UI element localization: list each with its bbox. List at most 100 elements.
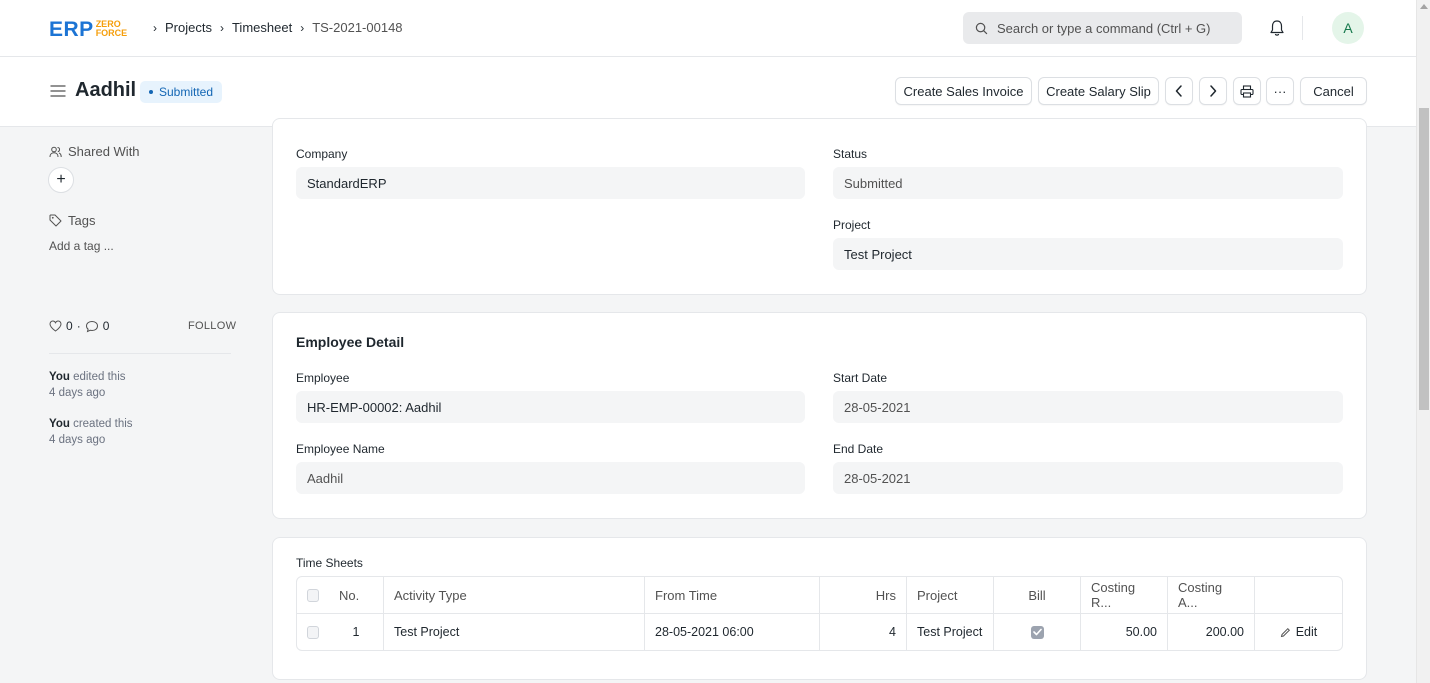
employee-name-field: Aadhil <box>296 462 805 494</box>
sidebar-toggle-icon[interactable] <box>50 85 66 100</box>
page-head: Aadhil Submitted Create Sales Invoice Cr… <box>0 57 1416 127</box>
add-share-button[interactable]: + <box>48 167 74 193</box>
edit-label: Edit <box>1295 625 1318 639</box>
activity-time: 4 days ago <box>49 434 106 446</box>
previous-doc-button[interactable] <box>1165 77 1193 105</box>
start-date-field[interactable]: 28-05-2021 <box>833 391 1343 423</box>
cell-from-time[interactable]: 28-05-2021 06:00 <box>645 614 820 650</box>
page-title: Aadhil <box>75 79 137 101</box>
col-hrs: Hrs <box>820 577 907 613</box>
breadcrumb-timesheet[interactable]: Timesheet <box>232 20 292 35</box>
employee-field[interactable]: HR-EMP-00002: Aadhil <box>296 391 805 423</box>
table-row[interactable]: 1 Test Project 28-05-2021 06:00 4 Test P… <box>297 614 1342 650</box>
status-badge: Submitted <box>140 81 223 103</box>
status-dot <box>149 90 153 94</box>
search-icon <box>975 22 988 34</box>
edit-pencil-icon <box>1280 627 1290 637</box>
bill-checkbox-checked[interactable] <box>1030 625 1044 639</box>
col-project: Project <box>907 577 994 613</box>
col-from-time: From Time <box>645 577 820 613</box>
activity-time: 4 days ago <box>49 387 106 399</box>
col-no: No. <box>329 577 384 613</box>
company-field[interactable]: StandardERP <box>296 167 805 199</box>
company-label: Company <box>296 147 348 161</box>
select-all-checkbox[interactable] <box>307 588 319 602</box>
separator-dot: · <box>76 319 81 333</box>
plus-icon: + <box>56 171 66 188</box>
end-date-label: End Date <box>833 442 884 456</box>
scroll-up-arrow-icon[interactable] <box>1420 4 1428 9</box>
breadcrumb-current: TS-2021-00148 <box>312 20 403 35</box>
start-date-label: Start Date <box>833 371 888 385</box>
search-placeholder: Search or type a command (Ctrl + G) <box>997 20 1211 36</box>
cell-hrs[interactable]: 4 <box>820 614 907 650</box>
chevron-right-icon <box>1210 85 1217 97</box>
activity-action: created this <box>69 418 133 430</box>
table-header-row: No. Activity Type From Time Hrs Project … <box>297 577 1342 614</box>
activity-user: You <box>49 418 70 430</box>
select-all-checkbox-cell[interactable] <box>297 577 329 613</box>
app-logo[interactable]: ERP ZERO FORCE <box>49 17 127 41</box>
status-label: Status <box>833 147 868 161</box>
notification-bell-icon[interactable] <box>1269 19 1285 40</box>
scroll-thumb[interactable] <box>1419 108 1429 410</box>
check-icon <box>1032 628 1042 636</box>
cell-costing-amount[interactable]: 200.00 <box>1168 614 1255 650</box>
chevron-right-icon: › <box>153 20 157 35</box>
project-field[interactable]: Test Project <box>833 238 1343 270</box>
next-doc-button[interactable] <box>1199 77 1227 105</box>
cell-costing-rate[interactable]: 50.00 <box>1081 614 1168 650</box>
follow-button[interactable]: FOLLOW <box>188 320 236 332</box>
time-sheets-table: No. Activity Type From Time Hrs Project … <box>296 576 1343 651</box>
tags-heading: Tags <box>49 213 95 228</box>
print-button[interactable] <box>1233 77 1261 105</box>
chevron-right-icon: › <box>300 20 305 35</box>
cell-bill[interactable] <box>994 614 1081 650</box>
add-tag-link[interactable]: Add a tag ... <box>49 239 114 253</box>
navbar: ERP ZERO FORCE › Projects › Timesheet › … <box>0 0 1416 57</box>
cell-no: 1 <box>329 614 384 650</box>
activity-user: You <box>49 371 70 383</box>
project-label: Project <box>833 218 871 232</box>
row-edit-button[interactable]: Edit <box>1255 614 1342 650</box>
avatar[interactable]: A <box>1332 12 1364 44</box>
more-actions-button[interactable]: ··· <box>1266 77 1294 105</box>
shared-with-label: Shared With <box>68 144 140 159</box>
navbar-divider <box>1302 16 1303 40</box>
comment-icon[interactable] <box>85 320 99 333</box>
activity-item: You created this 4 days ago <box>49 416 133 448</box>
time-sheets-label: Time Sheets <box>296 556 363 570</box>
cell-activity-type[interactable]: Test Project <box>384 614 645 650</box>
tag-icon <box>49 214 62 227</box>
activity-action: edited this <box>69 371 126 383</box>
status-field: Submitted <box>833 167 1343 199</box>
create-sales-invoice-button[interactable]: Create Sales Invoice <box>895 77 1032 105</box>
cancel-button[interactable]: Cancel <box>1300 77 1367 105</box>
activity-item: You edited this 4 days ago <box>49 369 126 401</box>
row-checkbox[interactable] <box>307 625 319 639</box>
col-activity-type: Activity Type <box>384 577 645 613</box>
printer-icon <box>1240 84 1254 98</box>
tags-label: Tags <box>68 213 96 228</box>
employee-detail-heading: Employee Detail <box>296 334 405 350</box>
users-icon <box>49 146 62 157</box>
sidebar-divider <box>49 353 231 354</box>
logo-sub-bottom: FORCE <box>95 28 128 38</box>
row-checkbox-cell[interactable] <box>297 614 329 650</box>
breadcrumb: › Projects › Timesheet › TS-2021-00148 <box>145 20 403 35</box>
breadcrumb-projects[interactable]: Projects <box>165 20 212 35</box>
chevron-left-icon <box>1175 85 1182 97</box>
chevron-right-icon: › <box>219 20 224 35</box>
page-scrollbar[interactable] <box>1416 0 1430 683</box>
likes-count: 0 <box>66 319 73 333</box>
comments-count: 0 <box>102 319 110 333</box>
shared-with-heading: Shared With <box>49 144 140 159</box>
search-input[interactable]: Search or type a command (Ctrl + G) <box>963 12 1242 44</box>
end-date-field[interactable]: 28-05-2021 <box>833 462 1343 494</box>
status-badge-label: Submitted <box>159 85 214 99</box>
heart-icon[interactable] <box>49 320 62 332</box>
cell-project[interactable]: Test Project <box>907 614 994 650</box>
create-salary-slip-button[interactable]: Create Salary Slip <box>1038 77 1159 105</box>
col-costing-amount: Costing A... <box>1168 577 1255 613</box>
employee-label: Employee <box>296 371 350 385</box>
